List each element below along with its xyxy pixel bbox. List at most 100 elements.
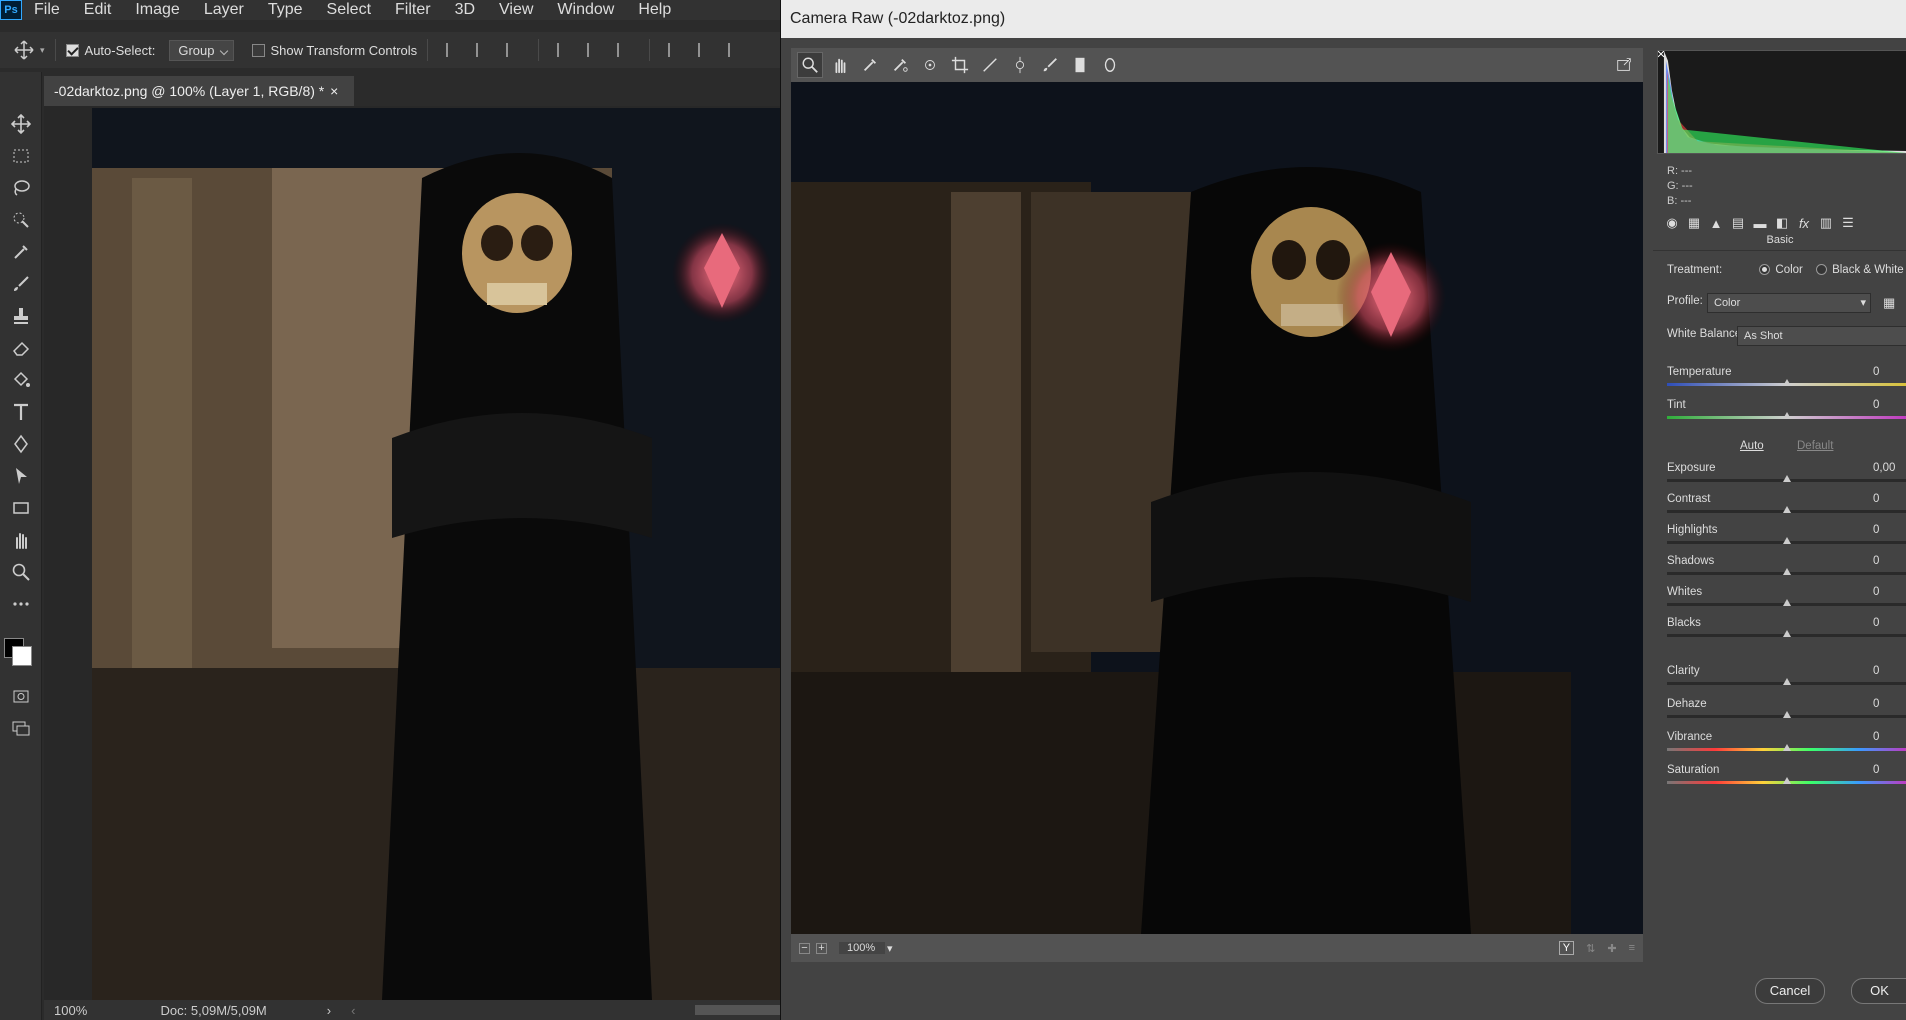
basic-tab-icon[interactable]: ◉ <box>1661 214 1683 232</box>
menu-window[interactable]: Window <box>545 0 626 20</box>
distribute-top-icon[interactable] <box>668 43 682 57</box>
whites-thumb[interactable] <box>1783 599 1791 606</box>
background-color[interactable] <box>12 646 32 666</box>
color-swatches[interactable] <box>0 620 41 680</box>
menu-3d[interactable]: 3D <box>443 0 487 20</box>
cancel-button[interactable]: Cancel <box>1755 978 1825 1004</box>
zoom-level[interactable]: 100% <box>54 1003 139 1018</box>
show-transform-checkbox[interactable] <box>251 43 265 57</box>
cr-zoom-icon[interactable] <box>797 52 823 78</box>
contrast-slider[interactable]: Contrast 0 <box>1653 493 1906 527</box>
menu-view[interactable]: View <box>487 0 545 20</box>
graduated-filter-icon[interactable] <box>1067 52 1093 78</box>
chevron-left-icon[interactable]: ‹ <box>351 1003 355 1018</box>
whites-value[interactable]: 0 <box>1873 586 1879 598</box>
menu-layer[interactable]: Layer <box>192 0 256 20</box>
exposure-slider[interactable]: Exposure 0,00 <box>1653 462 1906 496</box>
menu-edit[interactable]: Edit <box>72 0 124 20</box>
preview-preferences-icon[interactable]: ≡ <box>1629 942 1635 954</box>
temperature-slider[interactable]: Temperature 0 <box>1653 366 1906 400</box>
color-radio[interactable] <box>1759 264 1771 276</box>
path-select-icon[interactable] <box>0 460 42 492</box>
whites-slider[interactable]: Whites 0 <box>1653 586 1906 620</box>
doc-size[interactable]: Doc: 5,09M/5,09M <box>161 1003 267 1018</box>
close-tab-icon[interactable]: × <box>330 83 338 99</box>
crop-icon[interactable] <box>947 52 973 78</box>
dehaze-thumb[interactable] <box>1783 711 1791 718</box>
treatment-bw-option[interactable]: Black & White <box>1816 264 1904 276</box>
tint-value[interactable]: 0 <box>1873 399 1879 411</box>
clarity-thumb[interactable] <box>1783 678 1791 685</box>
align-left-icon[interactable] <box>557 43 571 57</box>
treatment-color-option[interactable]: Color <box>1759 264 1803 276</box>
menu-filter[interactable]: Filter <box>383 0 443 20</box>
hand-icon[interactable] <box>0 524 42 556</box>
shadows-thumb[interactable] <box>1783 568 1791 575</box>
lasso-icon[interactable] <box>0 172 42 204</box>
saturation-value[interactable]: 0 <box>1873 764 1879 776</box>
quick-select-icon[interactable] <box>0 204 42 236</box>
profile-browser-icon[interactable]: ▦ <box>1883 295 1895 311</box>
cr-hand-icon[interactable] <box>827 52 853 78</box>
adjustment-brush-icon[interactable] <box>1037 52 1063 78</box>
canvas-area[interactable] <box>44 106 780 1000</box>
contrast-value[interactable]: 0 <box>1873 493 1879 505</box>
shadows-slider[interactable]: Shadows 0 <box>1653 555 1906 589</box>
align-vcenter-icon[interactable] <box>476 43 490 57</box>
brush-icon[interactable] <box>0 268 42 300</box>
distribute-vcenter-icon[interactable] <box>698 43 712 57</box>
swap-settings-icon[interactable]: ⇅ <box>1586 942 1595 955</box>
vibrance-slider[interactable]: Vibrance 0 <box>1653 731 1906 765</box>
clarity-value[interactable]: 0 <box>1873 665 1879 677</box>
screen-mode-icon[interactable] <box>0 712 42 744</box>
effects-tab-icon[interactable]: fx <box>1793 214 1815 232</box>
saturation-thumb[interactable] <box>1783 777 1791 784</box>
zoom-level-field[interactable]: 100% <box>839 942 885 954</box>
pen-icon[interactable] <box>0 428 42 460</box>
rectangle-icon[interactable] <box>0 492 42 524</box>
ok-button[interactable]: OK <box>1851 978 1906 1004</box>
bw-radio[interactable] <box>1816 264 1828 276</box>
before-after-toggle-icon[interactable]: Y <box>1558 941 1575 955</box>
exposure-thumb[interactable] <box>1783 475 1791 482</box>
align-bottom-icon[interactable] <box>506 43 520 57</box>
blacks-slider[interactable]: Blacks 0 <box>1653 617 1906 651</box>
clarity-slider[interactable]: Clarity 0 <box>1653 665 1906 699</box>
document-tab[interactable]: -02darktoz.png @ 100% (Layer 1, RGB/8) *… <box>44 76 354 106</box>
move-icon[interactable] <box>0 108 42 140</box>
blacks-thumb[interactable] <box>1783 630 1791 637</box>
distribute-bottom-icon[interactable] <box>728 43 742 57</box>
quick-mask-icon[interactable] <box>0 680 42 712</box>
chevron-right-icon[interactable]: › <box>327 1003 331 1018</box>
stamp-icon[interactable] <box>0 300 42 332</box>
type-icon[interactable] <box>0 396 42 428</box>
vibrance-thumb[interactable] <box>1783 744 1791 751</box>
straighten-icon[interactable] <box>977 52 1003 78</box>
contrast-thumb[interactable] <box>1783 506 1791 513</box>
zoom-icon[interactable] <box>0 556 42 588</box>
move-tool-preset-icon[interactable]: ▾ <box>14 40 45 60</box>
eraser-icon[interactable] <box>0 332 42 364</box>
auto-select-checkbox[interactable] <box>65 43 79 57</box>
highlights-value[interactable]: 0 <box>1873 524 1879 536</box>
zoom-in-button[interactable]: + <box>816 942 827 954</box>
auto-select-dropdown[interactable]: Group <box>169 39 234 61</box>
tone-curve-tab-icon[interactable]: ▦ <box>1683 214 1705 232</box>
split-toning-tab-icon[interactable]: ▬ <box>1749 214 1771 232</box>
blacks-value[interactable]: 0 <box>1873 617 1879 629</box>
detail-tab-icon[interactable]: ▲ <box>1705 214 1727 232</box>
exposure-value[interactable]: 0,00 <box>1873 462 1895 474</box>
temperature-thumb[interactable] <box>1783 379 1791 386</box>
menu-image[interactable]: Image <box>123 0 191 20</box>
radial-filter-icon[interactable] <box>1097 52 1123 78</box>
tint-thumb[interactable] <box>1783 412 1791 419</box>
align-top-icon[interactable] <box>446 43 460 57</box>
white-balance-dropdown[interactable]: As Shot <box>1737 326 1906 346</box>
align-right-icon[interactable] <box>617 43 631 57</box>
highlights-thumb[interactable] <box>1783 537 1791 544</box>
profile-dropdown[interactable]: Color ▾ <box>1707 293 1871 313</box>
menu-select[interactable]: Select <box>315 0 383 20</box>
vibrance-value[interactable]: 0 <box>1873 731 1879 743</box>
auto-link[interactable]: Auto <box>1740 440 1764 452</box>
color-sampler-icon[interactable] <box>887 52 913 78</box>
